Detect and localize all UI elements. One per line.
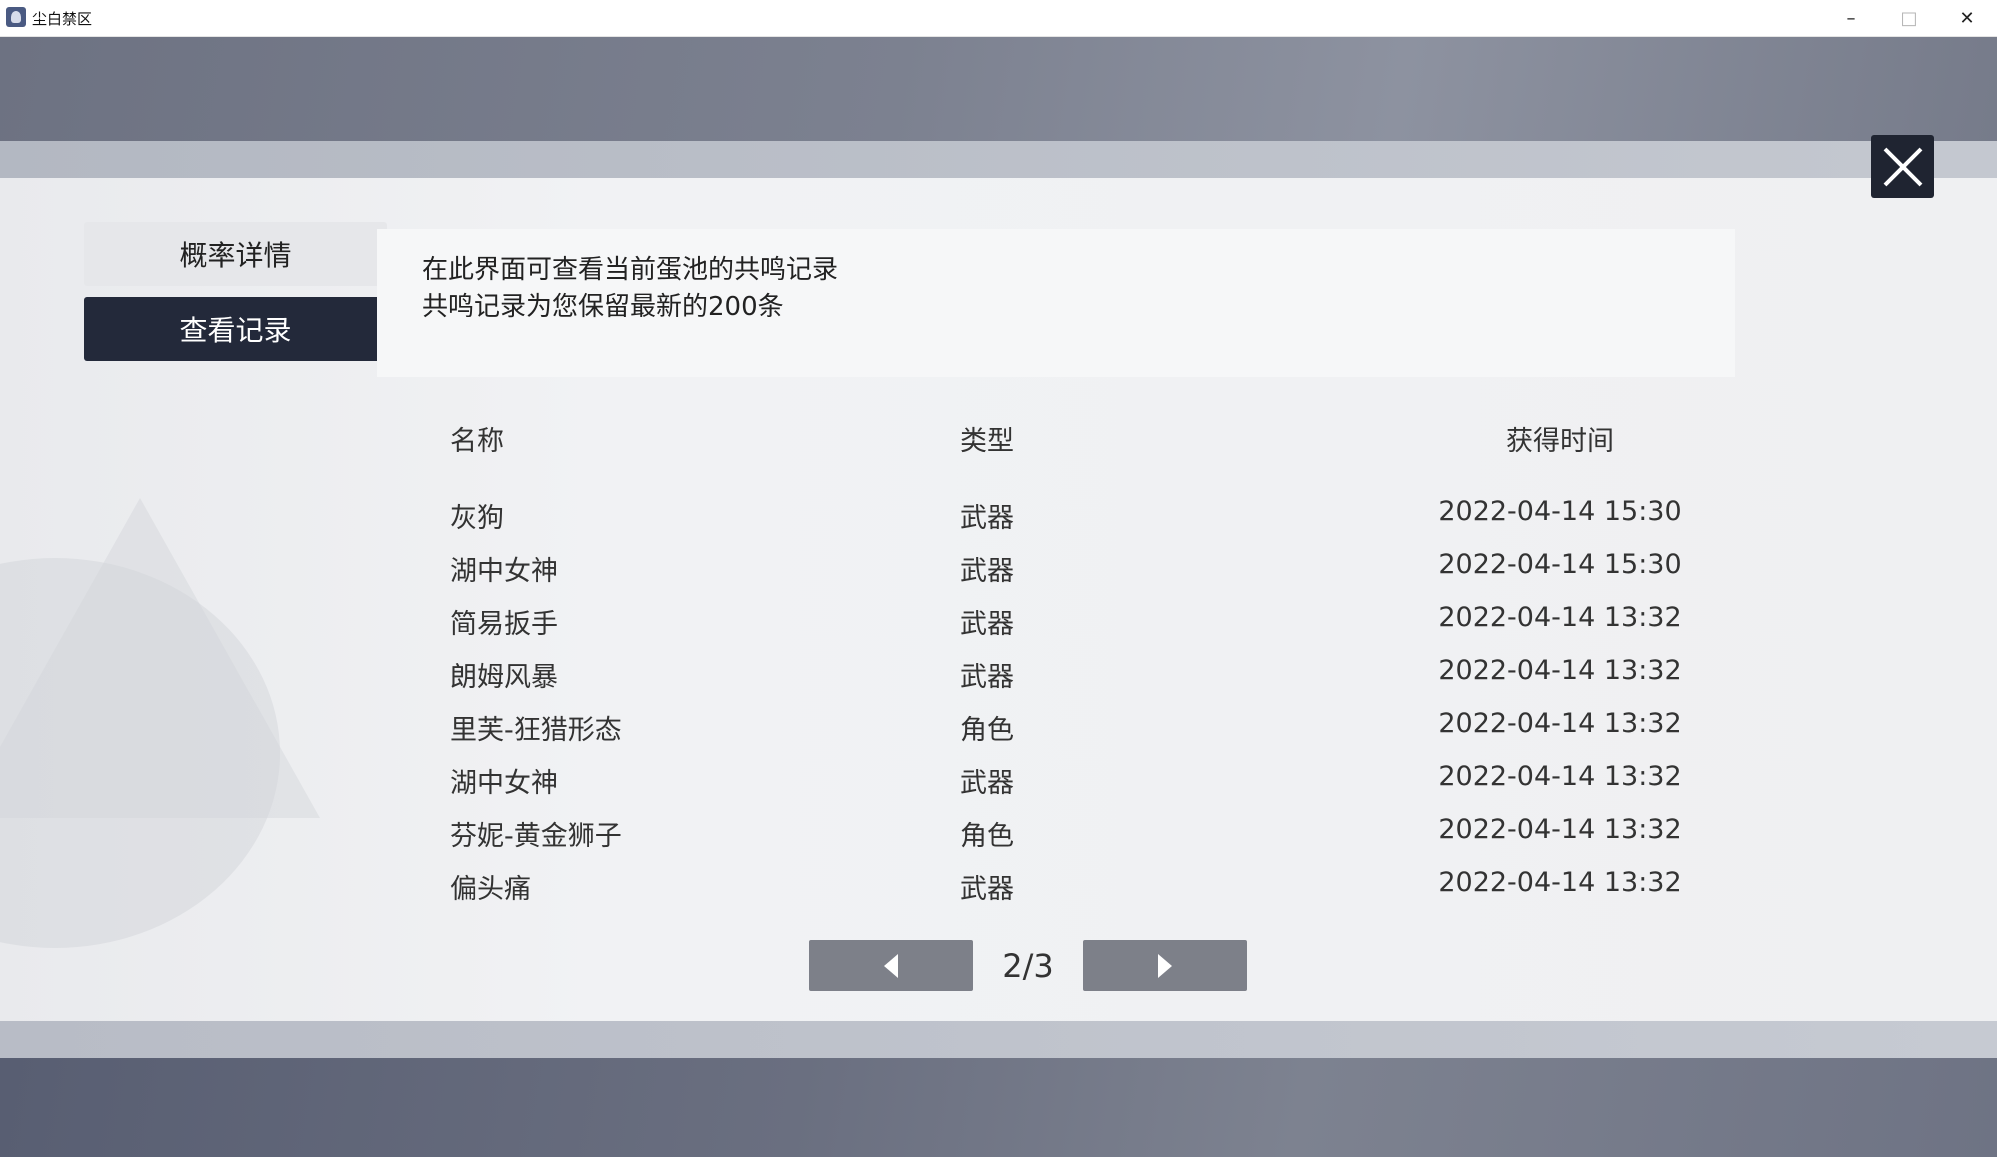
arrow-left-icon [884,953,898,978]
record-time: 2022-04-14 15:30 [1438,496,1682,527]
record-type: 武器 [960,556,1014,587]
notice-line-1: 在此界面可查看当前蛋池的共鸣记录 [422,255,839,285]
close-icon [1883,147,1922,186]
record-time: 2022-04-14 13:32 [1438,761,1682,792]
decorative-emblem-triangle [0,498,320,818]
record-name: 偏头痛 [450,874,531,905]
record-type: 武器 [960,768,1014,799]
window-titlebar: 尘白禁区 – □ ✕ [0,0,1997,37]
notice-line-2: 共鸣记录为您保留最新的200条 [422,292,784,322]
record-name: 简易扳手 [450,609,558,640]
tab-probability-details[interactable]: 概率详情 [84,222,387,286]
record-time: 2022-04-14 15:30 [1438,549,1682,580]
record-type: 武器 [960,503,1014,534]
record-type: 武器 [960,874,1014,905]
record-time: 2022-04-14 13:32 [1438,655,1682,686]
record-name: 里芙-狂猎形态 [450,715,622,746]
record-time: 2022-04-14 13:32 [1438,814,1682,845]
record-name: 湖中女神 [450,768,558,799]
app-logo-icon [6,7,26,27]
panel-top-strip [0,141,1997,178]
previous-page-button[interactable] [809,940,973,991]
record-time: 2022-04-14 13:32 [1438,867,1682,898]
column-header-time: 获得时间 [1506,426,1614,457]
record-type: 角色 [960,715,1014,746]
background-bottom [0,1058,1997,1157]
record-time: 2022-04-14 13:32 [1438,708,1682,739]
tab-view-records[interactable]: 查看记录 [84,297,387,361]
page-indicator: 2/3 [1002,946,1054,985]
record-name: 湖中女神 [450,556,558,587]
record-time: 2022-04-14 13:32 [1438,602,1682,633]
record-name: 芬妮-黄金狮子 [450,821,622,852]
window-close-button[interactable]: ✕ [1938,0,1996,36]
record-name: 朗姆风暴 [450,662,558,693]
record-type: 角色 [960,821,1014,852]
arrow-right-icon [1158,953,1172,978]
record-name: 灰狗 [450,503,504,534]
record-type: 武器 [960,609,1014,640]
column-header-type: 类型 [960,426,1014,457]
background-top [0,37,1997,141]
maximize-button[interactable]: □ [1880,0,1938,36]
notice-box: 在此界面可查看当前蛋池的共鸣记录 共鸣记录为您保留最新的200条 [377,229,1735,377]
minimize-button[interactable]: – [1822,0,1880,36]
record-type: 武器 [960,662,1014,693]
column-header-name: 名称 [450,426,504,457]
next-page-button[interactable] [1083,940,1247,991]
close-button[interactable] [1871,135,1934,198]
panel-bottom-strip [0,1021,1997,1058]
window-title: 尘白禁区 [32,10,93,28]
